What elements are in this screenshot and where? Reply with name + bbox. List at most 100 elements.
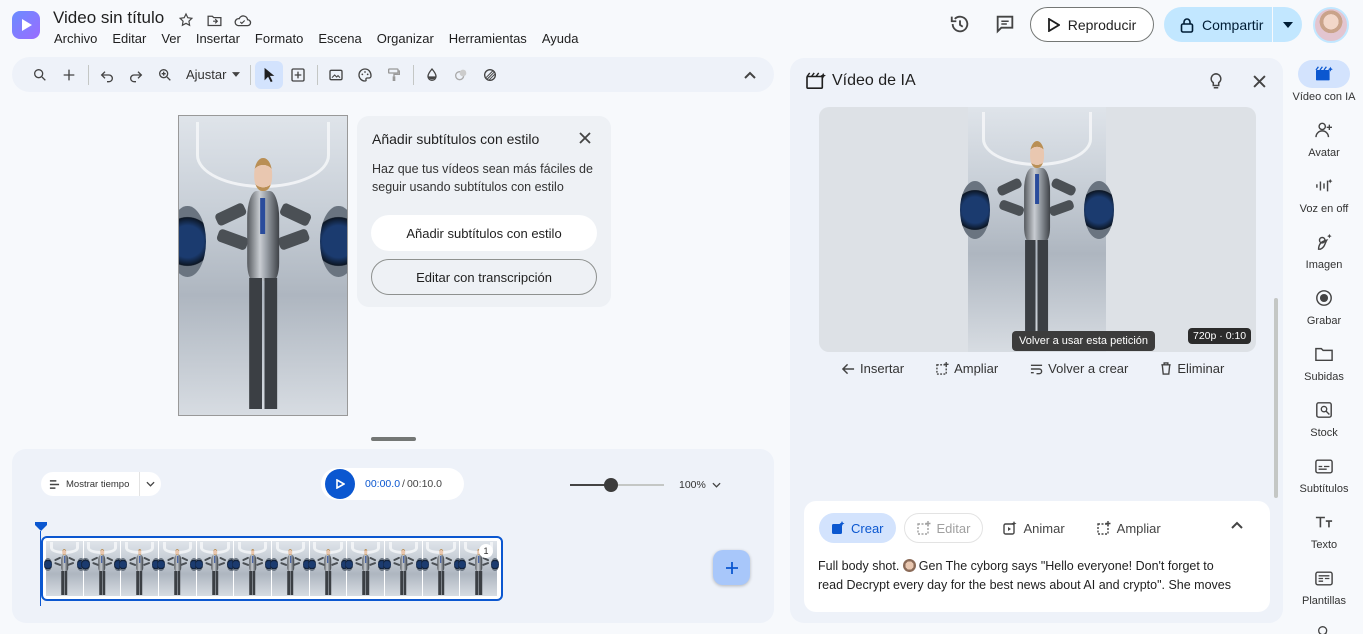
timeline-zoom-level[interactable]: 100%	[679, 479, 721, 491]
timeline-icon	[49, 479, 60, 489]
editor-toolbar: Ajustar	[12, 57, 774, 92]
zoom-select-label: Ajustar	[186, 67, 227, 82]
caret-down-icon	[1282, 21, 1293, 28]
move-folder-icon[interactable]	[203, 9, 225, 31]
rail-item-uploads[interactable]: Subidas	[1285, 340, 1363, 383]
rail-item-templates[interactable]: Plantillas	[1285, 564, 1363, 607]
lock-icon	[1180, 17, 1194, 33]
menu-herramientas[interactable]: Herramientas	[449, 31, 527, 46]
tab-editar[interactable]: Editar	[903, 513, 984, 543]
menu-editar[interactable]: Editar	[112, 31, 146, 46]
version-history-icon[interactable]	[949, 13, 971, 35]
eraser-icon[interactable]	[447, 61, 475, 89]
tab-animar-label: Animar	[1023, 520, 1065, 536]
tab-animar[interactable]: Animar	[991, 513, 1076, 543]
menu-ver[interactable]: Ver	[161, 31, 181, 46]
share-button[interactable]: Compartir	[1164, 17, 1272, 33]
rail-item-record[interactable]: Grabar	[1285, 284, 1363, 327]
tab-editar-label: Editar	[936, 520, 971, 536]
lightbulb-icon[interactable]	[1208, 72, 1224, 90]
scene-canvas[interactable]	[178, 115, 348, 416]
voiceover-icon	[1304, 172, 1344, 200]
prompt-text[interactable]: Full body shot. Gen The cyborg says "Hel…	[818, 557, 1238, 595]
play-button[interactable]: Reproducir	[1030, 7, 1154, 42]
stock-icon	[1304, 396, 1344, 424]
text-box-icon[interactable]	[284, 61, 312, 89]
add-clip-button[interactable]	[713, 550, 750, 585]
tab-crear[interactable]: Crear	[819, 513, 896, 543]
zoom-icon[interactable]	[151, 61, 179, 89]
timeline-zoom-knob[interactable]	[604, 478, 619, 492]
video-clip[interactable]: 1	[41, 536, 503, 601]
app-logo[interactable]	[12, 11, 40, 39]
menu-escena[interactable]: Escena	[318, 31, 361, 46]
rail-item-subtitles[interactable]: Subtítulos	[1285, 452, 1363, 495]
subtitles-icon	[1304, 452, 1344, 480]
star-icon[interactable]	[175, 9, 197, 31]
prompt-mention: Gen	[918, 559, 943, 573]
document-title[interactable]: Video sin título	[53, 8, 164, 28]
menu-formato[interactable]: Formato	[255, 31, 303, 46]
panel-scrollbar[interactable]	[1274, 298, 1278, 498]
comments-icon[interactable]	[994, 13, 1016, 35]
account-avatar[interactable]	[1313, 7, 1349, 43]
preview-video-frame	[959, 107, 1115, 352]
select-pointer-icon[interactable]	[255, 60, 284, 89]
menu-ayuda[interactable]: Ayuda	[542, 31, 579, 46]
zoom-select[interactable]: Ajustar	[180, 67, 246, 82]
palette-icon[interactable]	[351, 61, 379, 89]
cyborg-scene-image	[345, 541, 387, 596]
menu-archivo[interactable]: Archivo	[54, 31, 97, 46]
playhead-marker-icon[interactable]	[35, 522, 47, 532]
trash-icon	[1161, 362, 1172, 375]
timeline-resize-handle[interactable]	[371, 437, 416, 441]
ai-panel-title: Vídeo de IA	[832, 72, 916, 89]
record-icon	[1304, 284, 1344, 312]
cyborg-scene-image	[307, 541, 349, 596]
add-styled-subtitles-button[interactable]: Añadir subtítulos con estilo	[371, 215, 597, 251]
delete-label: Eliminar	[1177, 361, 1225, 376]
video-preview[interactable]	[819, 107, 1256, 352]
upscale-button[interactable]: Ampliar	[936, 361, 998, 376]
rail-label: Imagen	[1305, 259, 1343, 271]
zoom-level-value: 100%	[679, 479, 706, 491]
rail-item-text[interactable]: Texto	[1285, 508, 1363, 551]
insert-button[interactable]: Insertar	[842, 361, 904, 376]
menu-organizar[interactable]: Organizar	[377, 31, 434, 46]
fill-icon[interactable]	[418, 61, 446, 89]
tab-ampliar[interactable]: Ampliar	[1085, 513, 1173, 543]
mask-icon[interactable]	[476, 61, 504, 89]
cyborg-scene-image	[119, 541, 161, 596]
image-icon[interactable]	[322, 61, 350, 89]
timeline-play-button[interactable]	[325, 469, 355, 499]
show-time-toggle[interactable]: Mostrar tiempo	[41, 472, 161, 496]
cloud-saved-icon[interactable]	[231, 9, 253, 31]
cyborg-scene-image	[232, 541, 274, 596]
toolbar-divider	[413, 64, 415, 85]
preview-actions: Insertar Ampliar Volver a crear Eliminar	[842, 361, 1224, 376]
edit-with-transcript-button[interactable]: Editar con transcripción	[371, 259, 597, 295]
rail-item-avatar[interactable]: Avatar	[1285, 116, 1363, 159]
recreate-button[interactable]: Volver a crear	[1030, 361, 1128, 376]
rail-item-more[interactable]	[1285, 618, 1363, 634]
chevron-up-icon[interactable]	[1231, 521, 1243, 529]
undo-icon[interactable]	[93, 61, 121, 89]
paint-format-icon[interactable]	[380, 61, 408, 89]
redo-icon[interactable]	[122, 61, 150, 89]
menu-insertar[interactable]: Insertar	[196, 31, 240, 46]
chevron-up-icon[interactable]	[736, 61, 764, 89]
share-dropdown[interactable]	[1273, 21, 1302, 28]
folder-icon	[1304, 340, 1344, 368]
current-time: 00:00.0	[365, 478, 401, 490]
rail-item-stock[interactable]: Stock	[1285, 396, 1363, 439]
close-icon[interactable]	[579, 132, 591, 144]
animate-icon	[1003, 521, 1017, 535]
plus-icon[interactable]	[55, 61, 83, 89]
search-icon[interactable]	[26, 61, 54, 89]
cyborg-scene-image	[43, 541, 85, 596]
delete-button[interactable]: Eliminar	[1160, 361, 1224, 376]
rail-item-voiceover[interactable]: Voz en off	[1285, 172, 1363, 215]
rail-item-ai-video[interactable]: Vídeo con IA	[1285, 60, 1363, 103]
rail-item-image[interactable]: Imagen	[1285, 228, 1363, 271]
close-icon[interactable]	[1253, 75, 1266, 88]
